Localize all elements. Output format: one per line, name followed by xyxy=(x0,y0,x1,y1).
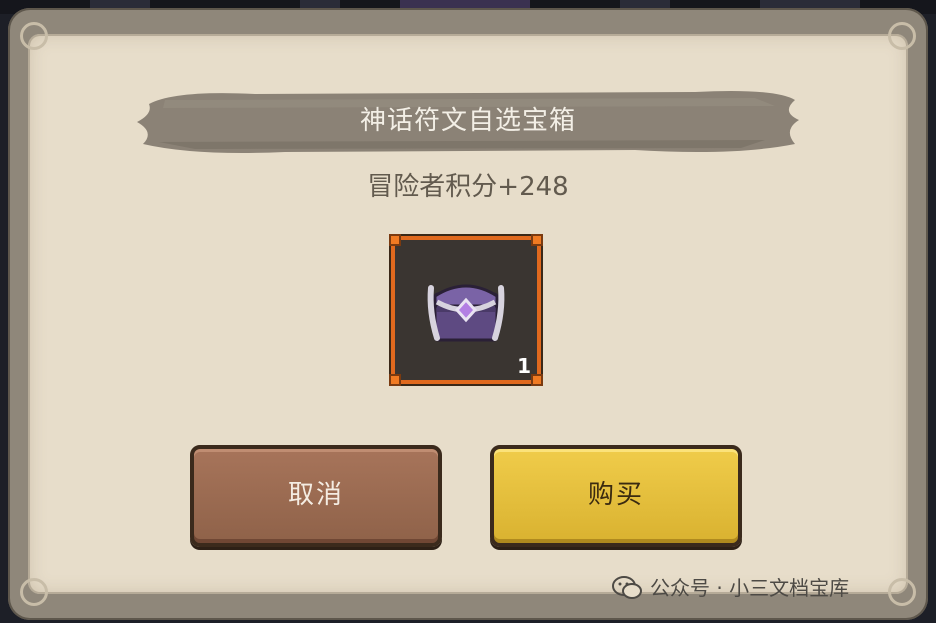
frame-corner xyxy=(531,234,543,246)
item-slot[interactable]: 1 xyxy=(389,234,543,386)
item-count: 1 xyxy=(517,354,531,378)
frame-corner xyxy=(531,374,543,386)
corner-ornament xyxy=(20,578,48,606)
dialog-title: 神话符文自选宝箱 xyxy=(359,106,576,136)
watermark: 公众号 · 小三文档宝库 xyxy=(612,570,912,606)
reward-points-text: 冒险者积分+248 xyxy=(367,172,569,202)
frame-corner xyxy=(389,374,401,386)
frame-corner xyxy=(389,234,401,246)
wechat-icon xyxy=(612,576,642,599)
title-banner: 神话符文自选宝箱 xyxy=(135,86,801,156)
corner-ornament xyxy=(20,22,48,50)
treasure-chest-icon xyxy=(427,284,505,342)
corner-ornament xyxy=(888,22,916,50)
buy-button[interactable]: 购买 xyxy=(490,445,742,547)
cancel-button[interactable]: 取消 xyxy=(190,445,442,547)
watermark-text: 公众号 · 小三文档宝库 xyxy=(650,576,850,600)
